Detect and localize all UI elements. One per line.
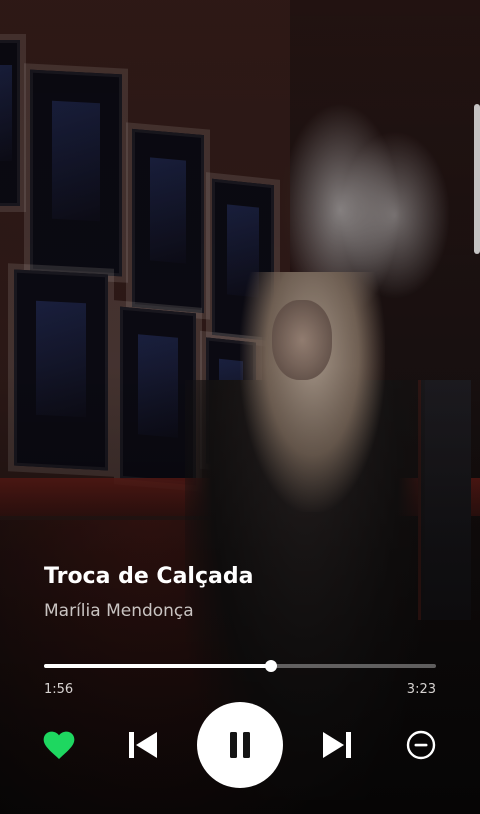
- skip-next-icon: [323, 732, 351, 758]
- scroll-indicator[interactable]: [474, 104, 480, 254]
- pause-icon: [230, 732, 250, 758]
- previous-button[interactable]: [123, 725, 163, 765]
- minus-circle-icon: [406, 730, 436, 760]
- pause-button[interactable]: [197, 702, 283, 788]
- track-title[interactable]: Troca de Calçada: [44, 564, 253, 589]
- progress-bar[interactable]: [44, 660, 436, 672]
- progress-handle[interactable]: [264, 660, 277, 672]
- progress-fill: [44, 664, 271, 668]
- skip-previous-icon: [129, 732, 157, 758]
- hide-song-button[interactable]: [402, 726, 440, 764]
- like-button[interactable]: [40, 726, 78, 764]
- elapsed-time: 1:56: [44, 682, 74, 697]
- next-button[interactable]: [317, 725, 357, 765]
- track-artist[interactable]: Marília Mendonça: [44, 601, 194, 621]
- heart-filled-icon: [43, 731, 75, 759]
- total-time: 3:23: [406, 682, 436, 697]
